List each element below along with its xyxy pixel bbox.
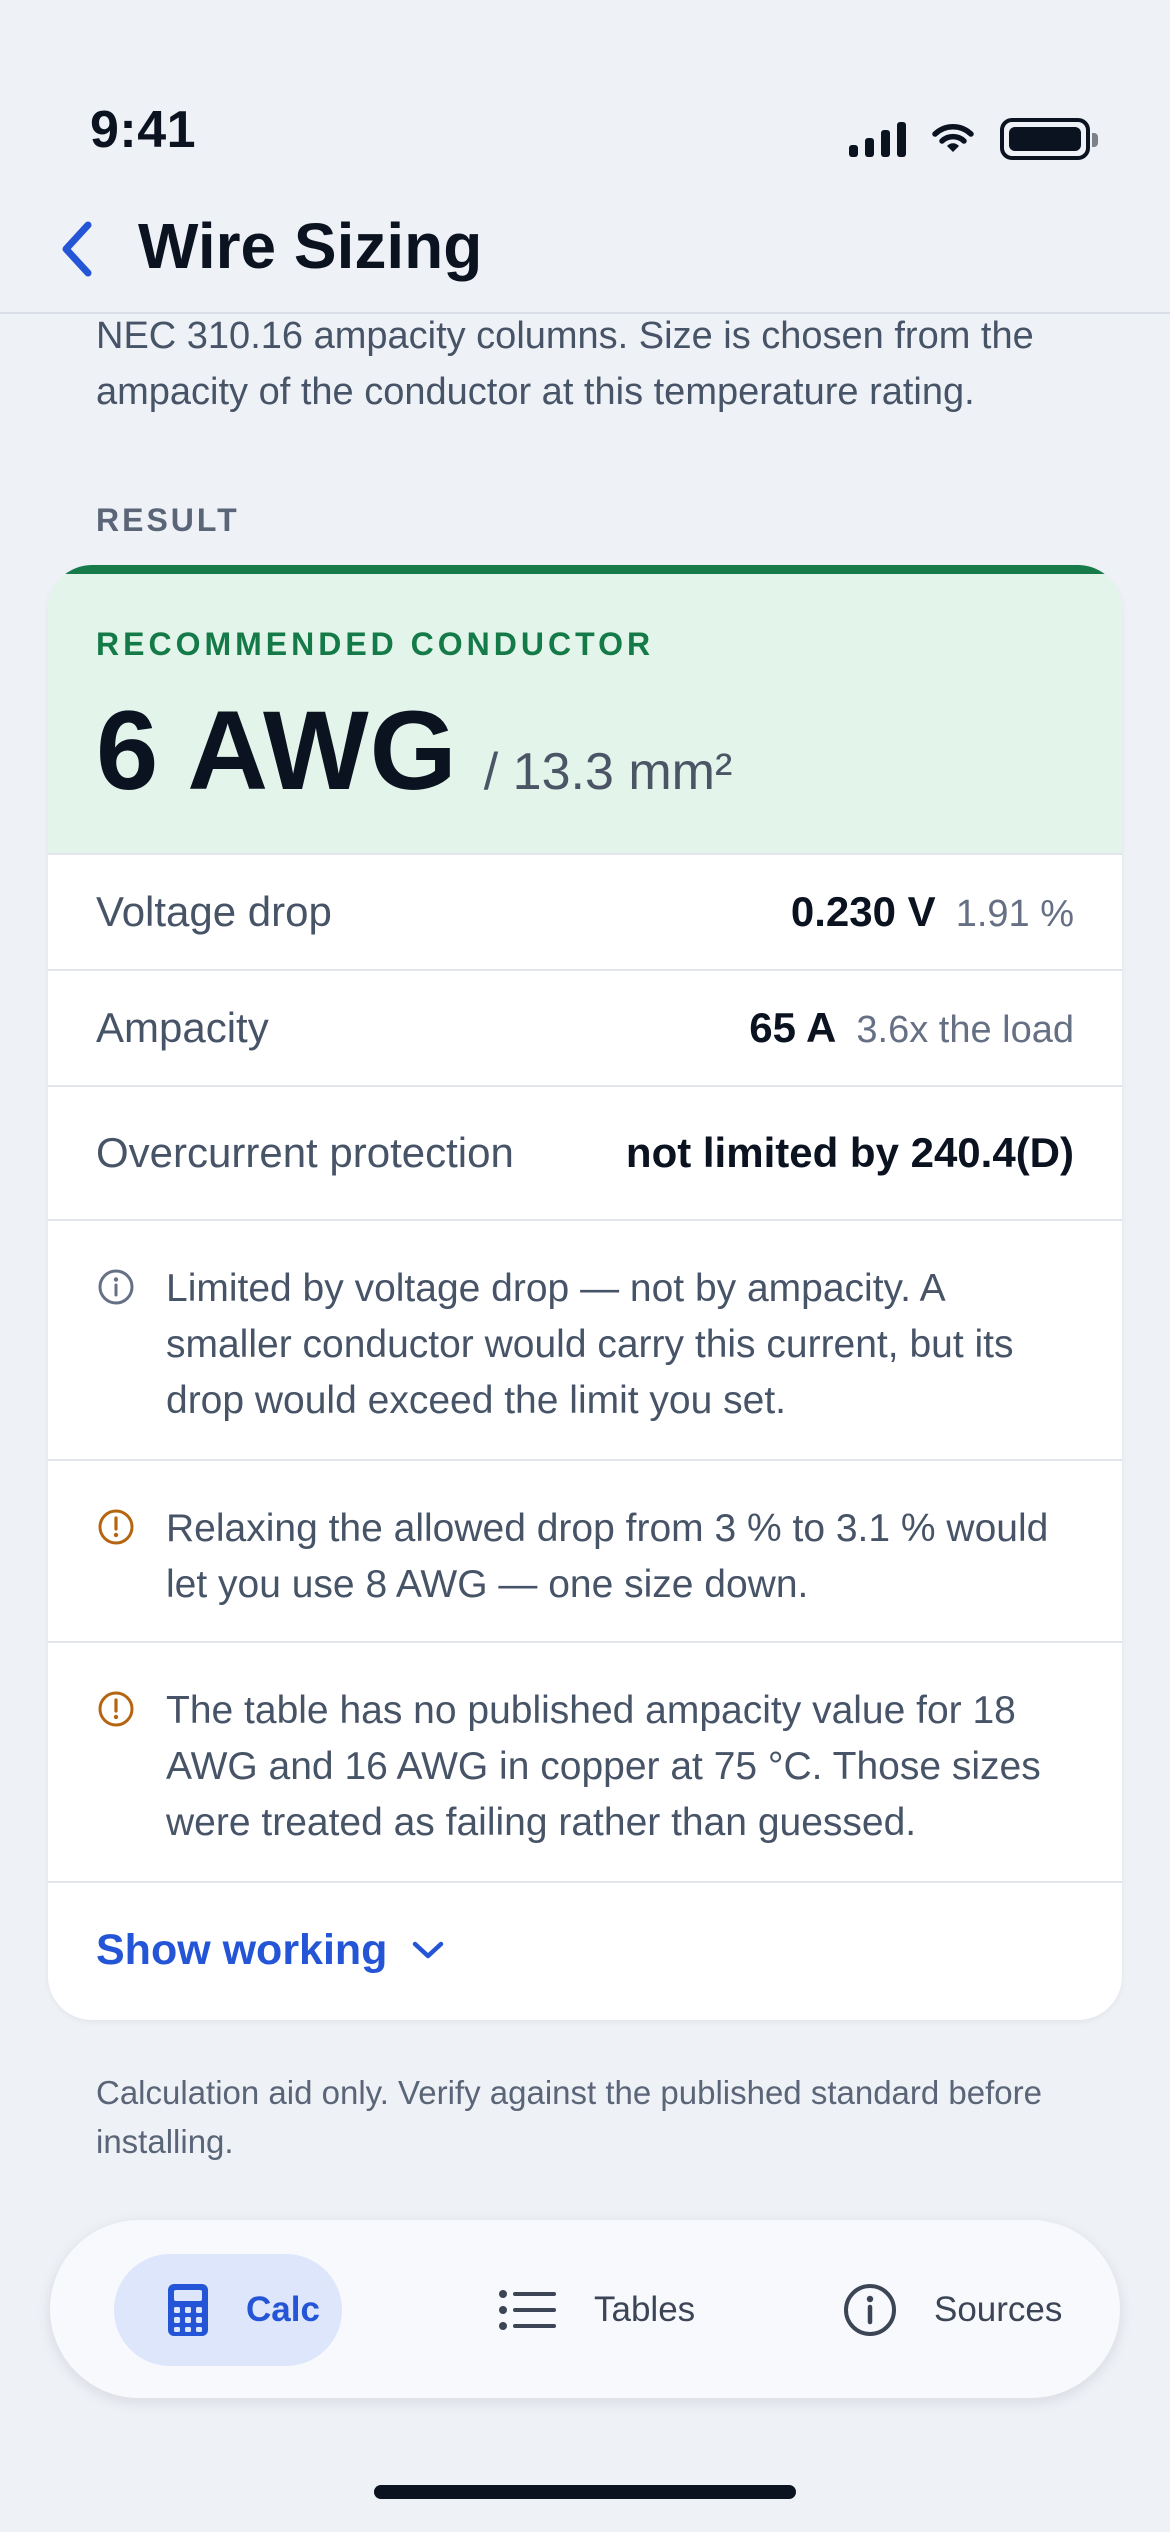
conductor-size-display: 6 AWG / 13.3 mm²: [96, 686, 732, 815]
tab-sources[interactable]: Sources: [842, 2254, 1062, 2366]
status-bar: 9:41: [0, 0, 1170, 190]
conductor-awg-size: 6 AWG: [96, 688, 458, 813]
navigation-bar: Wire Sizing: [0, 190, 1170, 314]
battery-icon: [1000, 118, 1098, 160]
tab-bar: Calc Tables Sources: [50, 2220, 1120, 2398]
wifi-icon: [932, 124, 974, 152]
tab-label: Sources: [934, 2290, 1063, 2329]
warning-icon: [98, 1509, 134, 1545]
tab-tables[interactable]: Tables: [498, 2254, 695, 2366]
cellular-signal-icon: [849, 121, 906, 157]
note-missing-ampacity: The table has no published ampacity valu…: [48, 1641, 1122, 1881]
disclaimer-text: Calculation aid only. Verify against the…: [96, 2074, 1042, 2160]
show-working-toggle[interactable]: Show working: [48, 1881, 1122, 2017]
tab-calc[interactable]: Calc: [114, 2254, 342, 2366]
chevron-left-icon: [62, 221, 92, 277]
recommended-conductor-label: RECOMMENDED CONDUCTOR: [96, 626, 655, 662]
row-value-group: not limited by 240.4(D): [626, 1129, 1074, 1177]
section-label-result: RESULT: [96, 502, 240, 538]
list-icon: [499, 2290, 556, 2330]
row-value-group: 0.230 V 1.91 %: [791, 888, 1074, 936]
row-label: Ampacity: [96, 1004, 269, 1051]
overcurrent-value: not limited by 240.4(D): [625, 1129, 1074, 1176]
result-row-ampacity: Ampacity 65 A 3.6x the load: [48, 969, 1122, 1085]
calculator-icon: [168, 2284, 208, 2336]
intro-text: NEC 310.16 ampacity columns. Size is cho…: [96, 315, 1034, 413]
chevron-down-icon: [413, 1941, 444, 1959]
voltage-drop-percent: 1.91 %: [955, 893, 1074, 935]
row-label: Voltage drop: [96, 888, 332, 935]
page-title: Wire Sizing: [138, 210, 483, 282]
status-icons: [849, 118, 1098, 160]
ampacity-load-ratio: 3.6x the load: [856, 1009, 1074, 1051]
ampacity-value: 65 A: [749, 1004, 837, 1051]
result-row-voltage-drop: Voltage drop 0.230 V 1.91 %: [48, 853, 1122, 969]
voltage-drop-value: 0.230 V: [790, 888, 936, 935]
note-relax-drop: Relaxing the allowed drop from 3 % to 3.…: [48, 1459, 1122, 1641]
tab-label: Tables: [594, 2290, 696, 2329]
result-card: RECOMMENDED CONDUCTOR 6 AWG / 13.3 mm² V…: [48, 565, 1122, 2020]
recommended-conductor-panel: RECOMMENDED CONDUCTOR 6 AWG / 13.3 mm²: [48, 565, 1122, 853]
status-time: 9:41: [90, 101, 197, 159]
note-text: Limited by voltage drop — not by ampacit…: [166, 1267, 1014, 1422]
info-icon: [98, 1269, 134, 1305]
back-button[interactable]: [60, 204, 120, 294]
home-indicator[interactable]: [374, 2485, 796, 2499]
warning-icon: [98, 1691, 134, 1727]
conductor-metric-size: / 13.3 mm²: [483, 743, 733, 801]
row-label: Overcurrent protection: [96, 1129, 514, 1176]
note-voltage-drop-limited: Limited by voltage drop — not by ampacit…: [48, 1219, 1122, 1459]
row-value-group: 65 A 3.6x the load: [749, 1004, 1074, 1052]
note-text: The table has no published ampacity valu…: [166, 1689, 1041, 1844]
info-icon: [844, 2284, 896, 2336]
result-row-overcurrent: Overcurrent protection not limited by 24…: [48, 1085, 1122, 1219]
note-text: Relaxing the allowed drop from 3 % to 3.…: [166, 1507, 1049, 1606]
show-working-label: Show working: [96, 1925, 388, 1974]
tab-label: Calc: [246, 2290, 320, 2329]
